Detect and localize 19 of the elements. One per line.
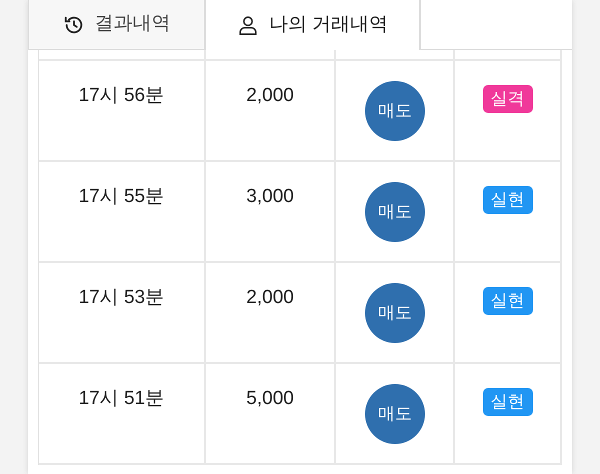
time-text: 17시 51분 [78, 387, 164, 411]
sell-button[interactable]: 매도 [364, 283, 425, 343]
sell-button[interactable]: 매도 [364, 384, 425, 444]
time-text: 17시 53분 [78, 286, 164, 310]
sell-button[interactable]: 매도 [364, 182, 425, 242]
result-badge: 실격 [482, 85, 533, 113]
amount-text: 5,000 [246, 387, 294, 411]
result-badge: 실현 [482, 186, 533, 214]
time-text: 17시 56분 [78, 84, 164, 108]
amount-text: 3,000 [246, 185, 294, 209]
result-badge: 실현 [482, 388, 533, 416]
tab[interactable]: 결과내역 [28, 0, 205, 50]
result-badge: 실현 [482, 287, 533, 315]
user-icon [236, 14, 259, 36]
amount-text: 2,000 [246, 286, 294, 310]
time-text: 17시 55분 [78, 185, 164, 209]
tab[interactable]: 나의 거래내역 [205, 0, 420, 50]
amount-text: 2,000 [246, 84, 294, 108]
sell-button[interactable]: 매도 [364, 81, 425, 141]
